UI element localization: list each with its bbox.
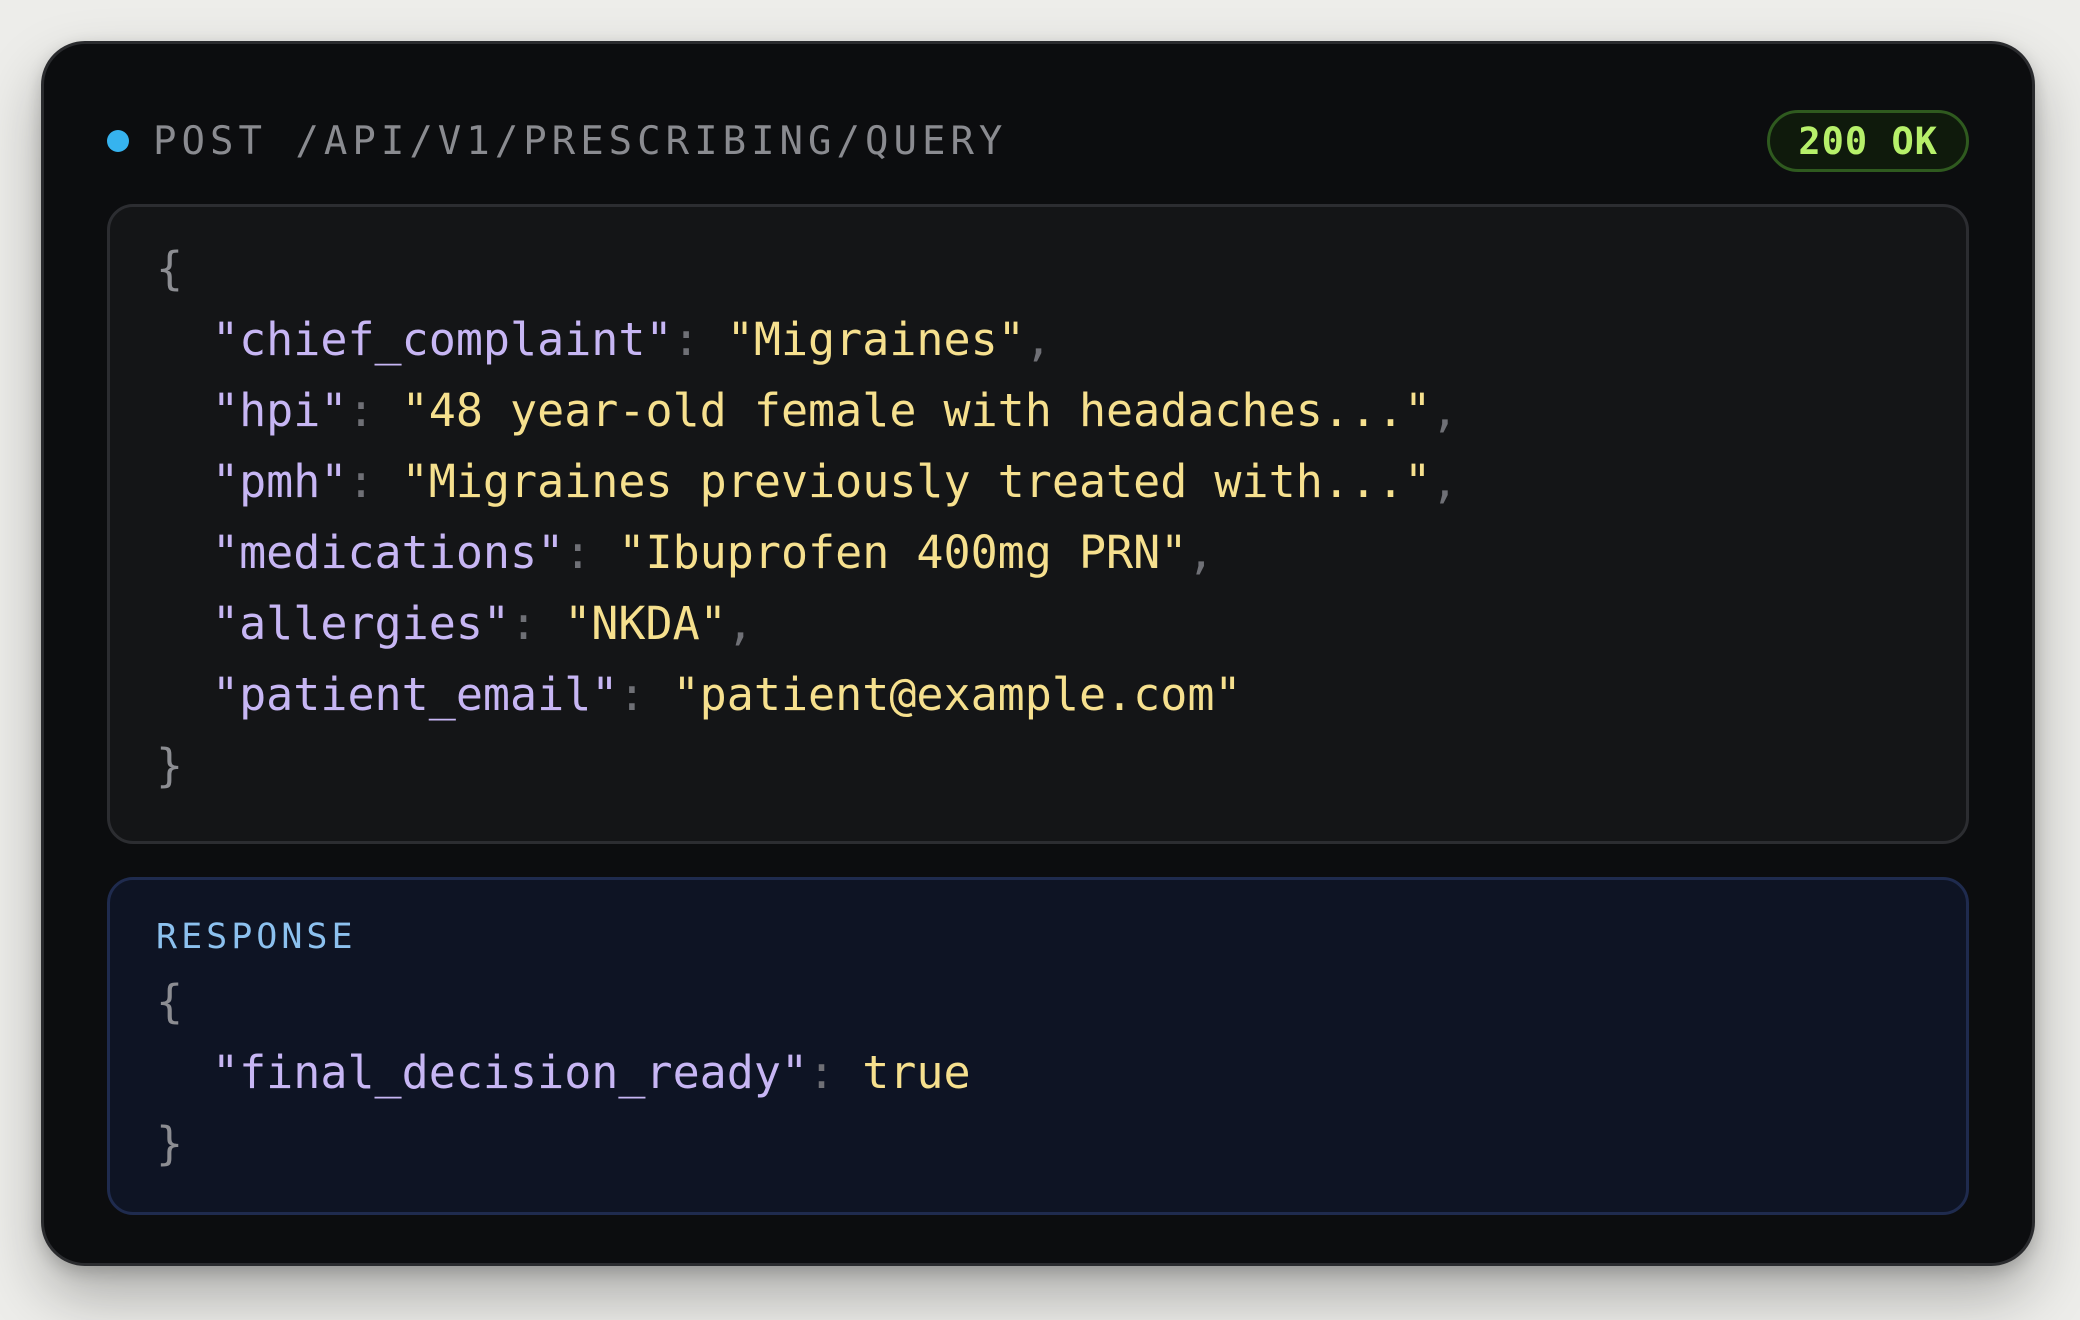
request-body-panel: { "chief_complaint": "Migraines", "hpi":… (107, 204, 1969, 844)
field-key: "patient_email" (212, 668, 619, 721)
request-field-patient-email: "patient_email": "patient@example.com" (156, 659, 1920, 730)
field-value: "patient@example.com" (672, 668, 1242, 721)
request-field-chief-complaint: "chief_complaint": "Migraines", (156, 304, 1920, 375)
response-field-final-decision-ready: "final_decision_ready": true (156, 1037, 1920, 1108)
status-dot-icon (107, 130, 129, 152)
field-colon: : (564, 526, 619, 579)
request-field-medications: "medications": "Ibuprofen 400mg PRN", (156, 517, 1920, 588)
field-colon: : (510, 597, 565, 650)
field-colon: : (672, 313, 727, 366)
field-value: "Ibuprofen 400mg PRN" (618, 526, 1188, 579)
field-value: "Migraines" (726, 313, 1025, 366)
request-header: POST /API/V1/PRESCRIBING/QUERY 200 OK (107, 106, 1969, 176)
response-close-brace: } (156, 1117, 184, 1170)
field-key: "medications" (212, 526, 565, 579)
status-badge: 200 OK (1767, 110, 1969, 172)
field-comma: , (1187, 526, 1215, 579)
field-value: true (862, 1046, 971, 1099)
field-key: "final_decision_ready" (212, 1046, 809, 1099)
request-field-allergies: "allergies": "NKDA", (156, 588, 1920, 659)
endpoint-label: POST /API/V1/PRESCRIBING/QUERY (153, 118, 1008, 164)
request-field-hpi: "hpi": "48 year-old female with headache… (156, 375, 1920, 446)
field-comma: , (1431, 455, 1459, 508)
field-key: "allergies" (212, 597, 511, 650)
field-key: "hpi" (212, 384, 348, 437)
field-comma: , (1431, 384, 1459, 437)
field-colon: : (618, 668, 673, 721)
field-value: "NKDA" (564, 597, 727, 650)
field-comma: , (726, 597, 754, 650)
response-panel: RESPONSE { "final_decision_ready": true … (107, 877, 1969, 1215)
field-colon: : (347, 384, 402, 437)
field-key: "chief_complaint" (212, 313, 673, 366)
response-open-brace: { (156, 975, 184, 1028)
field-colon: : (808, 1046, 863, 1099)
request-close-brace: } (156, 739, 184, 792)
field-key: "pmh" (212, 455, 348, 508)
field-colon: : (347, 455, 402, 508)
field-comma: , (1024, 313, 1052, 366)
request-open-brace: { (156, 242, 184, 295)
request-field-pmh: "pmh": "Migraines previously treated wit… (156, 446, 1920, 517)
response-label: RESPONSE (156, 917, 357, 957)
field-value: "Migraines previously treated with..." (401, 455, 1432, 508)
api-query-window: POST /API/V1/PRESCRIBING/QUERY 200 OK { … (41, 41, 2035, 1266)
field-value: "48 year-old female with headaches..." (401, 384, 1432, 437)
